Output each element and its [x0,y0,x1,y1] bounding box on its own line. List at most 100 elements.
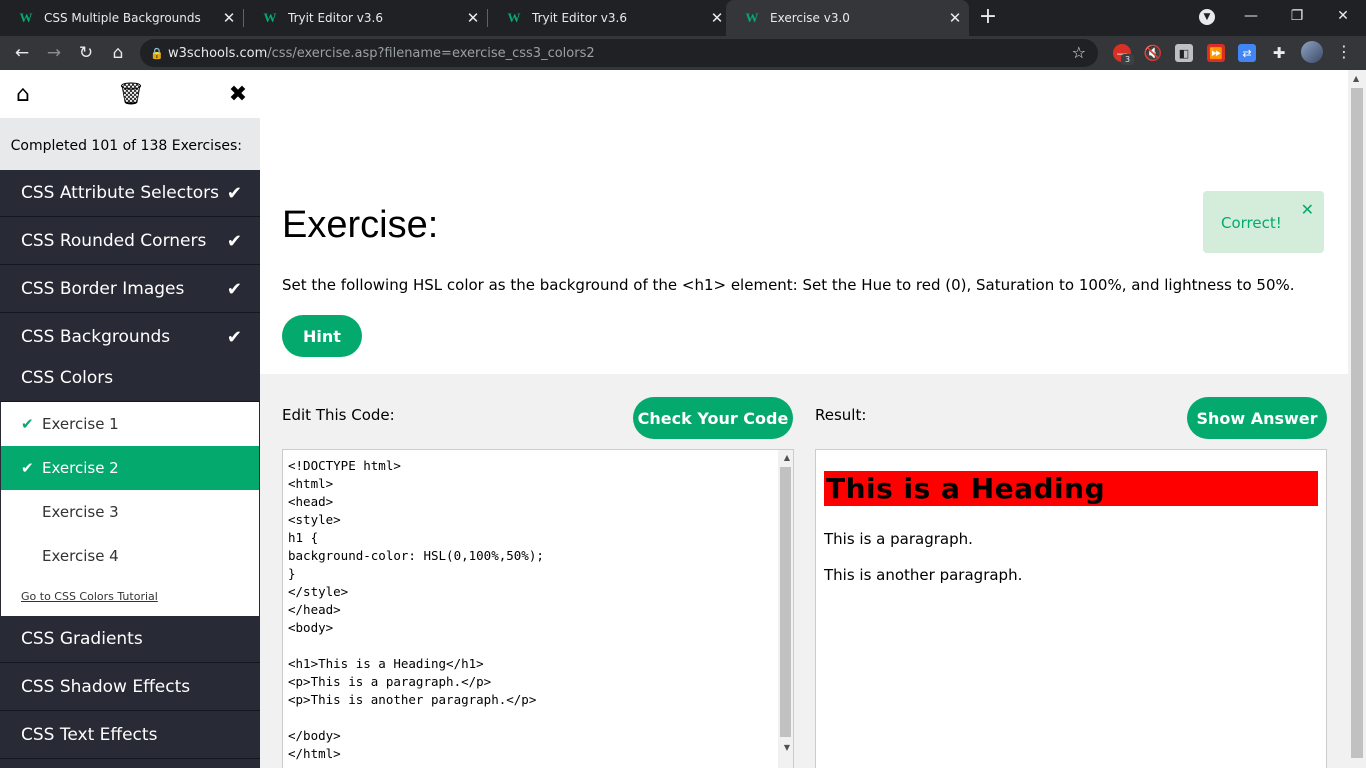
tutorial-link[interactable]: Go to CSS Colors Tutorial [21,590,158,603]
checkmark-icon: ✔ [21,415,34,433]
forward-icon[interactable]: → [42,41,66,65]
home-icon[interactable]: ⌂ [10,82,36,107]
tab-title: Tryit Editor v3.6 [532,11,627,25]
exercise-label: Exercise 3 [42,503,119,521]
page-title: Exercise: [282,204,439,246]
sidebar-item-label: CSS Text Effects [21,725,158,745]
close-icon[interactable]: ✕ [1301,200,1314,219]
sidebar-toolbar: ⌂ 🗑 ✖ [0,70,260,118]
close-icon[interactable]: ✖ [225,82,251,107]
browser-tabstrip: W CSS Multiple Backgrounds ✕ W Tryit Edi… [0,0,1366,36]
scroll-down-icon[interactable]: ▼ [784,743,790,752]
result-heading: This is a Heading [824,471,1318,506]
exercise-link-1[interactable]: ✔ Exercise 1 [1,402,259,446]
checkmark-icon: ✔ [226,182,242,204]
sidebar-item-label: CSS Backgrounds [21,327,171,347]
sidebar-item-label: CSS Shadow Effects [21,677,191,697]
reload-icon[interactable]: ↻ [74,41,98,65]
extension-icon[interactable]: ◧ [1175,44,1193,62]
sidebar-item-rounded-corners[interactable]: CSS Rounded Corners ✔ [0,218,260,265]
tab-title: Exercise v3.0 [770,11,850,25]
correct-feedback: Correct! ✕ [1203,191,1324,253]
tab-search-icon[interactable]: ▼ [1199,9,1215,25]
result-label: Result: [815,406,867,424]
exercise-sidebar: ⌂ 🗑 ✖ Completed 101 of 138 Exercises: CS… [0,70,260,768]
address-bar[interactable]: 🔒 w3schools.com/css/exercise.asp?filenam… [140,39,1098,67]
exercise-link-3[interactable]: Exercise 3 [1,490,259,534]
browser-toolbar: ← → ↻ ⌂ 🔒 w3schools.com/css/exercise.asp… [0,36,1366,70]
sidebar-item-shadow-effects[interactable]: CSS Shadow Effects [0,664,260,711]
sidebar-item-gradients[interactable]: CSS Gradients [0,616,260,663]
exercise-label: Exercise 1 [42,415,119,433]
bookmark-star-icon[interactable]: ☆ [1072,43,1086,62]
checkmark-icon: ✔ [226,326,242,348]
scroll-up-icon[interactable]: ▲ [1353,74,1359,83]
back-icon[interactable]: ← [10,41,34,65]
w3schools-favicon-icon: W [507,10,521,25]
tab-close-icon[interactable]: ✕ [459,9,487,27]
sidebar-item-label: CSS Border Images [21,279,185,299]
browser-tab-3[interactable]: W Tryit Editor v3.6 ✕ [488,0,731,36]
puzzle-extensions-icon[interactable]: ✚ [1270,44,1288,62]
work-area: Edit This Code: Check Your Code Result: … [260,374,1348,768]
w3schools-favicon-icon: W [263,10,277,25]
media-extension-icon[interactable]: ⏩ [1207,44,1225,62]
checkmark-icon: ✔ [226,230,242,252]
browser-tab-active[interactable]: W Exercise v3.0 ✕ [726,0,969,36]
url-path: /css/exercise.asp?filename=exercise_css3… [267,45,595,61]
progress-text: Completed 101 of 138 Exercises: [0,118,260,170]
browser-tab-1[interactable]: W CSS Multiple Backgrounds ✕ [0,0,243,36]
result-frame: This is a Heading This is a paragraph. T… [815,449,1327,768]
scroll-up-icon[interactable]: ▲ [784,453,790,462]
sidebar-item-label: CSS Rounded Corners [21,231,207,251]
check-code-button[interactable]: Check Your Code [633,397,793,439]
browser-tab-2[interactable]: W Tryit Editor v3.6 ✕ [244,0,487,36]
page-scroll-thumb[interactable] [1351,88,1363,758]
checkmark-icon: ✔ [21,459,34,477]
hint-button[interactable]: Hint [282,315,362,357]
exercise-main: Exercise: Correct! ✕ Set the following H… [260,70,1348,768]
sidebar-item-text-effects[interactable]: CSS Text Effects [0,712,260,759]
code-editor[interactable]: <!DOCTYPE html> <html> <head> <style> h1… [282,449,794,768]
exercise-link-4[interactable]: Exercise 4 [1,534,259,578]
translate-extension-icon[interactable]: ⇄ [1238,44,1256,62]
sidebar-item-attribute-selectors[interactable]: CSS Attribute Selectors ✔ [0,170,260,217]
sidebar-item-label: CSS Colors [21,367,114,388]
scroll-thumb[interactable] [780,467,791,737]
sidebar-item-label: CSS Gradients [21,629,143,649]
exercise-link-2[interactable]: ✔ Exercise 2 [1,446,259,490]
tab-title: CSS Multiple Backgrounds [44,11,201,25]
extension-badge: 3 [1121,54,1134,65]
home-icon[interactable]: ⌂ [106,41,130,65]
editor-scrollbar[interactable]: ▲ ▼ [778,450,793,768]
trash-icon[interactable]: 🗑 [117,82,145,107]
sidebar-item-border-images[interactable]: CSS Border Images ✔ [0,266,260,313]
edit-code-label: Edit This Code: [282,406,395,424]
w3schools-favicon-icon: W [19,10,33,25]
mute-extension-icon[interactable]: 🔇 [1144,44,1163,62]
tab-title: Tryit Editor v3.6 [288,11,383,25]
lock-icon: 🔒 [150,46,164,60]
exercise-instructions: Set the following HSL color as the backg… [282,276,1295,294]
w3schools-favicon-icon: W [745,10,759,25]
minimize-icon[interactable]: — [1228,0,1274,32]
checkmark-icon: ✔ [226,278,242,300]
window-close-icon[interactable]: ✕ [1320,0,1366,32]
profile-avatar[interactable] [1301,41,1323,63]
show-answer-button[interactable]: Show Answer [1187,397,1327,439]
sidebar-item-colors[interactable]: CSS Colors [0,354,260,402]
url-host: w3schools.com [168,45,268,61]
tab-close-icon[interactable]: ✕ [215,9,243,27]
exercise-label: Exercise 4 [42,547,119,565]
exercise-label: Exercise 2 [42,459,119,477]
page-scrollbar[interactable]: ▲ [1348,70,1366,768]
code-text[interactable]: <!DOCTYPE html> <html> <head> <style> h1… [288,457,544,763]
colors-exercise-list: ✔ Exercise 1 ✔ Exercise 2 Exercise 3 Exe… [1,402,259,616]
result-paragraph-2: This is another paragraph. [824,566,1023,584]
result-paragraph-1: This is a paragraph. [824,530,973,548]
tab-close-icon[interactable]: ✕ [941,9,969,27]
sidebar-item-label: CSS Attribute Selectors [21,183,220,203]
browser-menu-icon[interactable]: ⋮ [1336,42,1352,62]
new-tab-icon[interactable]: + [976,6,1000,30]
restore-icon[interactable]: ❐ [1274,0,1320,32]
